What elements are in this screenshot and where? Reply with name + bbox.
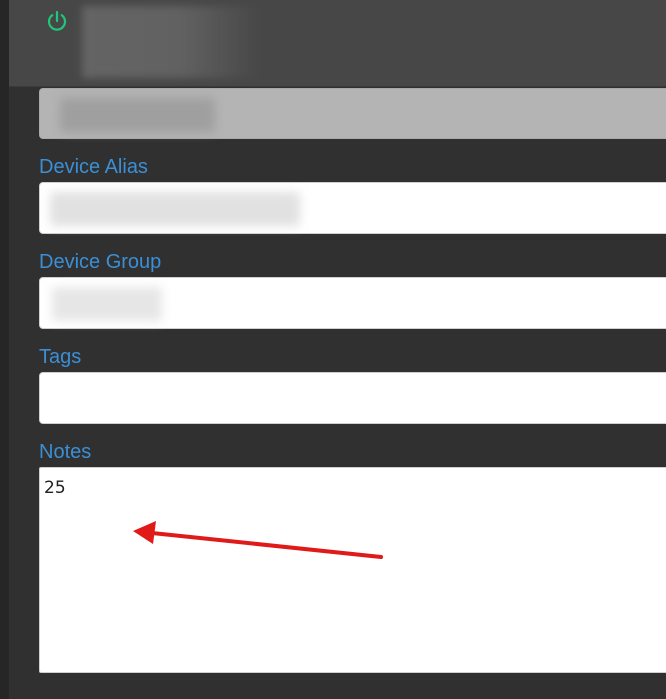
- device-group-label: Device Group: [39, 251, 162, 273]
- notes-value: 25: [44, 478, 66, 498]
- app-window: Device Alias Device Group Tags Notes 25: [0, 0, 666, 699]
- power-icon[interactable]: [45, 10, 69, 34]
- device-group-input[interactable]: [39, 277, 666, 329]
- device-alias-input[interactable]: [39, 182, 666, 234]
- header-bar: [9, 0, 666, 87]
- left-rail: [0, 0, 9, 699]
- redacted-device-title: [82, 6, 262, 78]
- tags-input[interactable]: [39, 372, 666, 424]
- device-id-field: [39, 88, 666, 139]
- redacted-alias-value: [50, 192, 300, 226]
- redacted-device-id: [60, 98, 215, 132]
- device-alias-label: Device Alias: [39, 156, 148, 178]
- redacted-group-value: [52, 287, 162, 321]
- notes-textarea[interactable]: [39, 467, 666, 673]
- notes-label: Notes: [39, 441, 92, 463]
- tags-label: Tags: [39, 346, 82, 368]
